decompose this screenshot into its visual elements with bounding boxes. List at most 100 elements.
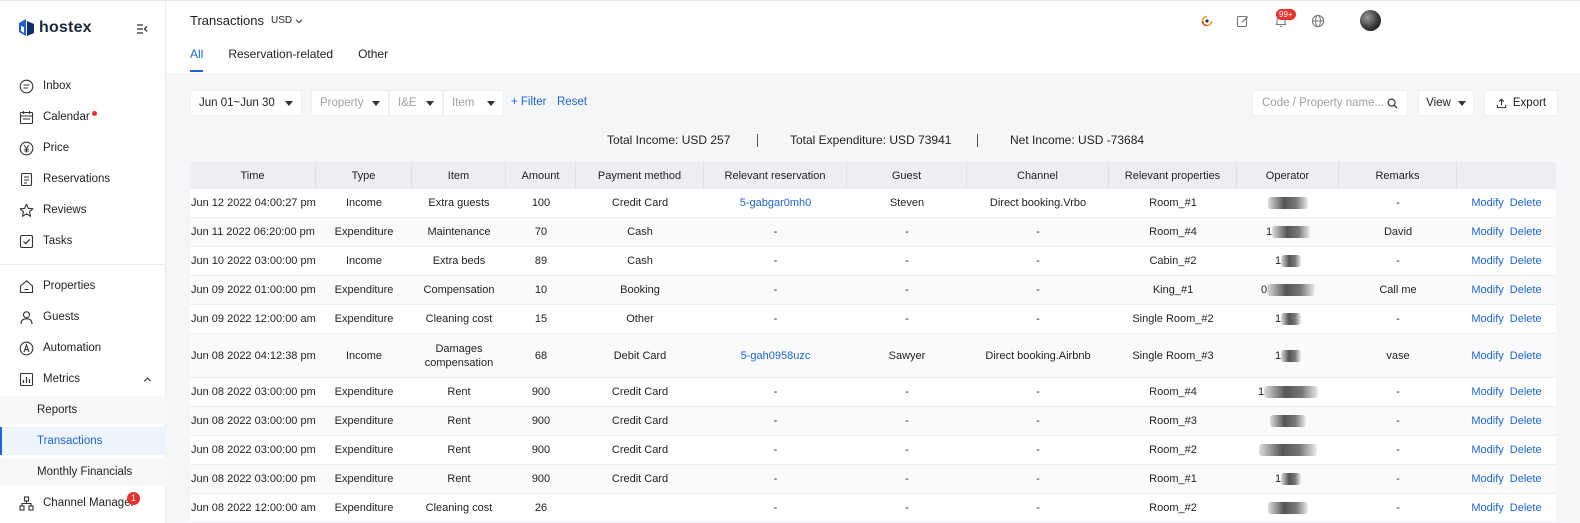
cell-text: - (905, 502, 909, 514)
redacted-operator (1281, 313, 1302, 325)
export-button[interactable]: Export (1484, 90, 1558, 116)
collapse-sidebar-icon[interactable] (136, 23, 148, 35)
cell-text: Room_#3 (1149, 415, 1197, 427)
cell-guest: - (847, 247, 967, 275)
cell-text: - (773, 313, 778, 325)
delete-button[interactable]: Delete (1510, 472, 1542, 486)
delete-button[interactable]: Delete (1510, 349, 1542, 363)
delete-button[interactable]: Delete (1510, 254, 1542, 268)
modify-button[interactable]: Modify (1471, 414, 1503, 428)
sidebar: hostex Inbox Calendar Price Reservations… (0, 1, 166, 523)
sidebar-item-guests[interactable]: Guests (0, 303, 166, 331)
property-filter-label: Property (320, 97, 364, 109)
sidebar-item-label: Price (43, 142, 70, 154)
delete-button[interactable]: Delete (1510, 443, 1542, 457)
cell-type: Expenditure (316, 494, 412, 522)
modify-button[interactable]: Modify (1471, 225, 1503, 239)
brand-logo[interactable]: hostex (18, 18, 92, 37)
cell-relevant-reservation: - (704, 378, 847, 406)
view-dropdown[interactable]: View (1418, 90, 1474, 116)
modify-button[interactable]: Modify (1471, 472, 1503, 486)
table-row: Jun 09 2022 12:00:00 am Expenditure Cleani… (190, 305, 1556, 334)
delete-button[interactable]: Delete (1510, 312, 1542, 326)
modify-button[interactable]: Modify (1471, 443, 1503, 457)
column-header-amount[interactable]: Amount (506, 162, 576, 189)
cell-text: Cabin_#2 (1149, 255, 1197, 267)
sidebar-item-price[interactable]: Price (0, 134, 166, 162)
globe-icon[interactable] (1311, 14, 1325, 28)
cell-actions: Modify Delete (1457, 465, 1556, 493)
tab-other[interactable]: Other (358, 47, 388, 72)
sidebar-item-channel-manager[interactable]: Channel Manager (0, 489, 166, 517)
modify-button[interactable]: Modify (1471, 349, 1503, 363)
cell-channel: - (967, 494, 1109, 522)
cell-channel: - (967, 305, 1109, 333)
cell-text: - (905, 284, 909, 296)
reset-link[interactable]: Reset (557, 96, 587, 108)
cell-text: Cash (627, 226, 653, 238)
delete-button[interactable]: Delete (1510, 283, 1542, 297)
modify-button[interactable]: Modify (1471, 312, 1503, 326)
delete-button[interactable]: Delete (1510, 225, 1542, 239)
cell-text: Single Room_#3 (1132, 349, 1214, 362)
item-filter[interactable]: Item (443, 90, 504, 116)
search-input[interactable]: Code / Property name... (1252, 90, 1408, 116)
modify-button[interactable]: Modify (1471, 254, 1503, 268)
modify-button[interactable]: Modify (1471, 385, 1503, 399)
tab-reservation-related[interactable]: Reservation-related (228, 47, 333, 72)
modify-button[interactable]: Modify (1471, 196, 1503, 210)
chevron-up-icon[interactable] (143, 375, 152, 384)
export-icon (1496, 97, 1507, 108)
ie-filter[interactable]: I&E (389, 90, 443, 116)
cell-time: Jun 08 2022 03:00:00 pm (190, 407, 316, 435)
delete-button[interactable]: Delete (1510, 414, 1542, 428)
table-row: Jun 08 2022 03:00:00 pm Expenditure Rent 90… (190, 465, 1556, 494)
edit-icon[interactable] (1236, 14, 1250, 28)
modify-button[interactable]: Modify (1471, 501, 1503, 515)
cell-text: Jun 08 2022 03:00:00 pm (191, 415, 316, 427)
reservation-link[interactable]: 5-gabgar0mh0 (740, 196, 812, 210)
sidebar-item-metrics[interactable]: Metrics (0, 365, 166, 393)
cell-type: Income (316, 334, 412, 377)
yen-icon (19, 141, 34, 155)
reservation-link[interactable]: 5-gah0958uzc (741, 349, 811, 363)
refresh-icon[interactable] (1200, 14, 1214, 28)
cell-text: Jun 11 2022 06:20:00 pm (191, 226, 315, 238)
currency-selector[interactable]: USD (271, 15, 303, 26)
tab-all[interactable]: All (190, 47, 204, 72)
sidebar-item-properties[interactable]: Properties (0, 272, 166, 300)
cell-type: Expenditure (316, 407, 412, 435)
delete-button[interactable]: Delete (1510, 501, 1542, 515)
user-avatar[interactable] (1360, 10, 1381, 31)
sidebar-item-calendar[interactable]: Calendar (0, 103, 166, 131)
sidebar-subitem-reports[interactable]: Reports (0, 396, 166, 424)
cell-text: Rent (447, 444, 471, 456)
cell-text: - (1396, 415, 1400, 427)
cell-guest: - (847, 436, 967, 464)
column-header-relevant-reservation: Relevant reservation (704, 162, 847, 189)
cell-remarks: - (1339, 465, 1457, 493)
sidebar-item-reviews[interactable]: Reviews (0, 196, 166, 224)
cell-text: Direct booking.Airbnb (985, 349, 1091, 362)
table-body: Jun 12 2022 04:00:27 pm Income Extra guest… (190, 189, 1556, 523)
redacted-operator (1270, 415, 1306, 427)
cell-type: Income (316, 189, 412, 217)
sidebar-subitem-transactions[interactable]: Transactions (0, 427, 166, 455)
property-filter[interactable]: Property (311, 90, 389, 116)
cell-relevant-reservation: - (704, 436, 847, 464)
redacted-operator (1281, 255, 1302, 267)
cell-guest: Sawyer (847, 334, 967, 377)
cell-text: Credit Card (611, 386, 669, 398)
modify-button[interactable]: Modify (1471, 283, 1503, 297)
add-filter-link[interactable]: + Filter (511, 96, 546, 108)
sidebar-item-reservations[interactable]: Reservations (0, 165, 166, 193)
sidebar-item-automation[interactable]: Automation (0, 334, 166, 362)
sidebar-subitem-monthly-financials[interactable]: Monthly Financials (0, 458, 166, 486)
sidebar-item-tasks[interactable]: Tasks (0, 227, 166, 255)
delete-button[interactable]: Delete (1510, 196, 1542, 210)
date-range-picker[interactable]: Jun 01~Jun 30 (190, 90, 302, 116)
cell-payment-method: Cash (576, 247, 704, 275)
sidebar-subitem-label: Transactions (37, 435, 103, 447)
delete-button[interactable]: Delete (1510, 385, 1542, 399)
sidebar-item-inbox[interactable]: Inbox (0, 72, 166, 100)
